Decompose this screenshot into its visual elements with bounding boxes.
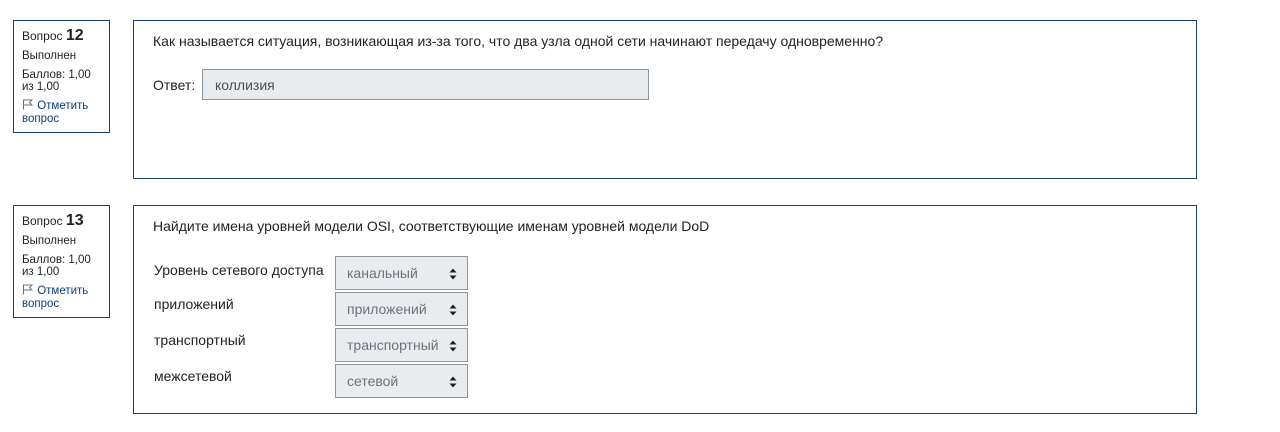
question-number: Вопрос 12 bbox=[22, 27, 102, 45]
question-state: Выполнен bbox=[22, 235, 77, 247]
question-grade: Баллов: 1,00 из 1,00 bbox=[22, 69, 91, 93]
question-info: Вопрос 12 Выполнен Баллов: 1,00 из 1,00 … bbox=[13, 20, 110, 133]
match-select-value: приложений bbox=[347, 301, 427, 317]
question-content: Найдите имена уровней модели OSI, соотве… bbox=[133, 205, 1197, 414]
question-number: Вопрос 13 bbox=[22, 212, 102, 230]
match-select-value: канальный bbox=[347, 265, 418, 281]
match-label: Уровень сетевого доступа bbox=[154, 262, 324, 278]
question-grade: Баллов: 1,00 из 1,00 bbox=[22, 254, 91, 278]
question-label: Вопрос bbox=[22, 214, 63, 228]
match-select[interactable]: канальный bbox=[335, 256, 468, 290]
flag-question-link[interactable]: Отметить вопрос bbox=[22, 284, 102, 311]
flag-icon bbox=[23, 284, 34, 295]
answer-label: Ответ: bbox=[153, 77, 196, 93]
match-select[interactable]: транспортный bbox=[335, 328, 468, 362]
question-state: Выполнен bbox=[22, 50, 77, 62]
question-label: Вопрос bbox=[22, 29, 63, 43]
match-select[interactable]: приложений bbox=[335, 292, 468, 326]
answer-input[interactable]: коллизия bbox=[202, 69, 649, 100]
flag-question-link[interactable]: Отметить вопрос bbox=[22, 99, 102, 126]
flag-icon bbox=[23, 99, 34, 110]
question-text: Найдите имена уровней модели OSI, соотве… bbox=[153, 218, 710, 234]
sort-caret-icon bbox=[449, 268, 457, 280]
sort-caret-icon bbox=[449, 340, 457, 352]
match-label: приложений bbox=[154, 296, 234, 312]
match-select[interactable]: сетевой bbox=[335, 364, 468, 398]
match-select-value: транспортный bbox=[347, 337, 439, 353]
question-text: Как называется ситуация, возникающая из-… bbox=[153, 33, 884, 49]
sort-caret-icon bbox=[449, 304, 457, 316]
match-select-value: сетевой bbox=[347, 373, 399, 389]
question-info: Вопрос 13 Выполнен Баллов: 1,00 из 1,00 … bbox=[13, 205, 110, 318]
match-label: транспортный bbox=[154, 332, 246, 348]
match-label: межсетевой bbox=[154, 368, 232, 384]
sort-caret-icon bbox=[449, 376, 457, 388]
question-number-value: 12 bbox=[65, 27, 84, 44]
question-content: Как называется ситуация, возникающая из-… bbox=[133, 20, 1197, 179]
question-number-value: 13 bbox=[65, 212, 84, 229]
